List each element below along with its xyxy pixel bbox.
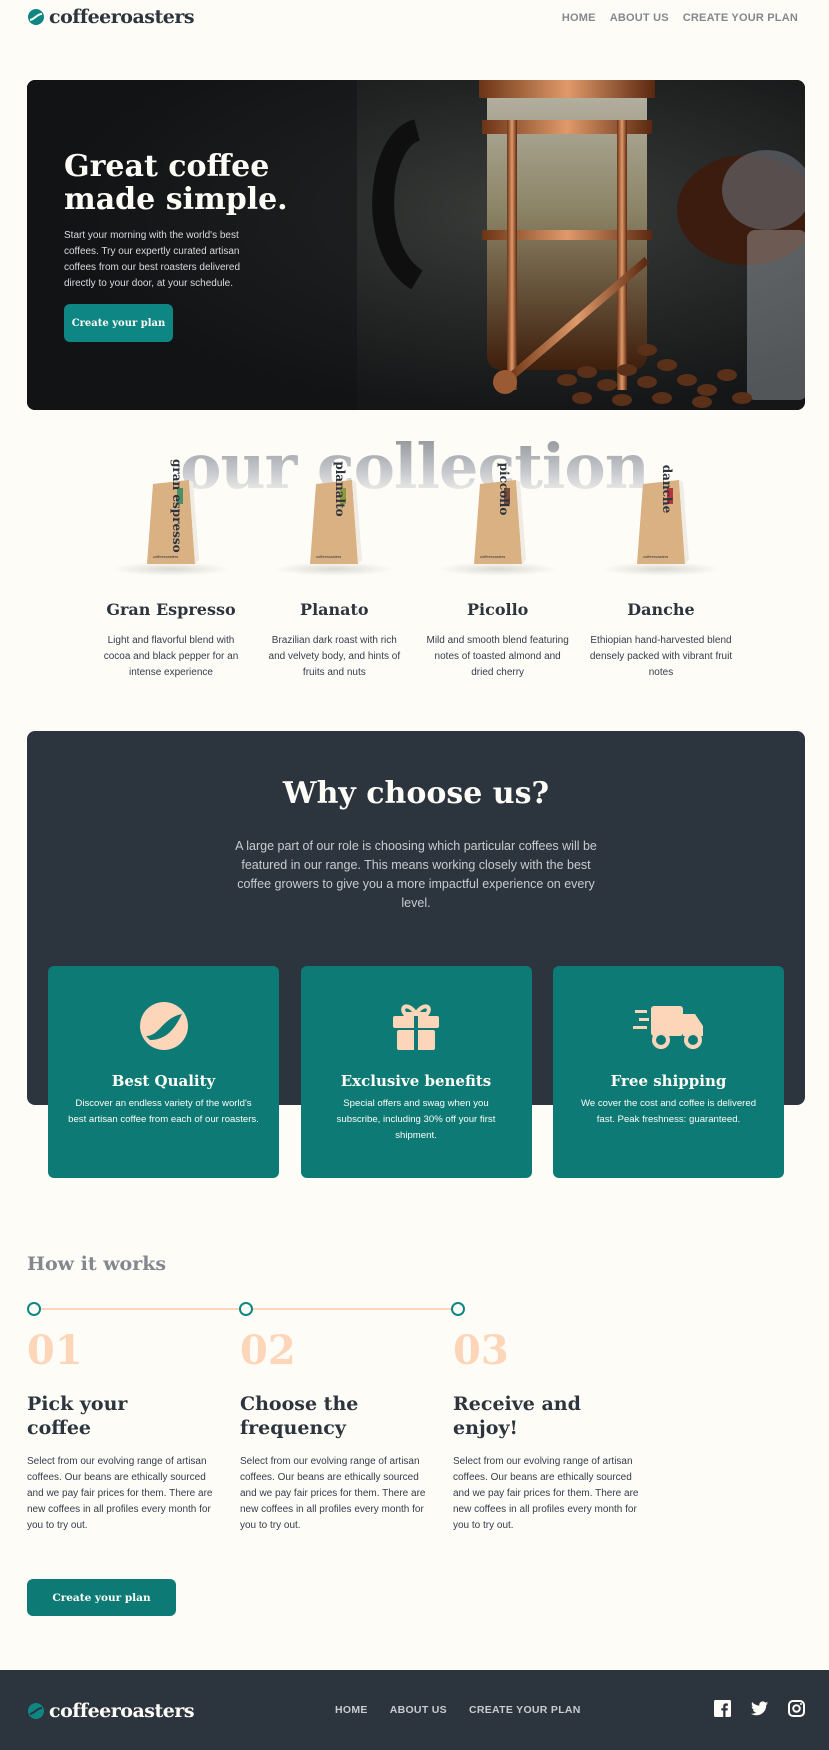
step-title: Pick your coffee: [27, 1393, 128, 1439]
hero: Great coffee made simple. Start your mor…: [27, 80, 805, 410]
truck-icon: [632, 1000, 705, 1052]
twitter-icon[interactable]: [751, 1700, 768, 1717]
step-text: Select from our evolving range of artisa…: [240, 1456, 426, 1531]
bag-label: piccollo: [496, 462, 511, 516]
step-number: 01: [27, 1327, 83, 1374]
product-planato[interactable]: coffeeroasters planalto Planato Brazilia…: [254, 461, 414, 681]
logo[interactable]: coffeeroasters: [27, 6, 195, 28]
timeline-dot-1: [27, 1302, 41, 1316]
step-2: 02 Choose the frequency Select from our …: [240, 1326, 432, 1534]
bag-label: gran espresso: [170, 459, 184, 553]
main-nav: HOME ABOUT US CREATE YOUR PLAN: [562, 12, 798, 24]
step-title: Choose the frequency: [240, 1393, 359, 1439]
site-header: coffeeroasters HOME ABOUT US CREATE YOUR…: [0, 0, 829, 40]
hero-text: Start your morning with the world's best…: [64, 230, 241, 289]
hero-title-line-2: made simple.: [64, 182, 288, 217]
step-number: 02: [240, 1327, 296, 1374]
benefit-card-quality: Best Quality Discover an endless variety…: [48, 966, 279, 1178]
step-3: 03 Receive and enjoy! Select from our ev…: [453, 1326, 645, 1534]
how-it-works-title: How it works: [27, 1253, 167, 1275]
footer-logo[interactable]: coffeeroasters: [27, 1700, 195, 1722]
product-picollo[interactable]: coffeeroasters piccollo Picollo Mild and…: [418, 463, 578, 681]
hero-title-line-1: Great coffee: [64, 149, 270, 184]
step-number: 03: [453, 1327, 509, 1374]
svg-text:coffeeroasters: coffeeroasters: [480, 554, 505, 559]
card-text: Special offers and swag when you subscri…: [336, 1098, 496, 1141]
logo-text: coffeeroasters: [49, 1700, 195, 1722]
card-text: Discover an endless variety of the world…: [68, 1098, 259, 1125]
bag-label: planalto: [333, 461, 348, 517]
site-footer: coffeeroasters HOME ABOUT US CREATE YOUR…: [0, 1670, 829, 1750]
svg-text:coffeeroasters: coffeeroasters: [643, 554, 668, 559]
steps-timeline: [27, 1302, 467, 1316]
bag-label: danche: [659, 464, 674, 514]
how-create-plan-button[interactable]: Create your plan: [27, 1579, 176, 1616]
hero-create-plan-button[interactable]: Create your plan: [64, 304, 173, 342]
step-text: Select from our evolving range of artisa…: [453, 1456, 639, 1531]
coffee-bean-icon: [128, 1000, 200, 1052]
timeline-dot-3: [451, 1302, 465, 1316]
benefit-cards: Best Quality Discover an endless variety…: [48, 966, 784, 1178]
steps-list: 01 Pick your coffee Select from our evol…: [27, 1326, 667, 1534]
step-1: 01 Pick your coffee Select from our evol…: [27, 1326, 219, 1534]
nav-home[interactable]: HOME: [562, 12, 596, 24]
product-description: Ethiopian hand-harvested blend densely p…: [589, 635, 733, 678]
footer-nav: HOME ABOUT US CREATE YOUR PLAN: [335, 1704, 581, 1716]
product-name: Gran Espresso: [106, 600, 236, 619]
product-image: coffeeroasters planalto: [254, 461, 414, 580]
why-title: Why choose us?: [282, 776, 550, 811]
step-text: Select from our evolving range of artisa…: [27, 1456, 213, 1531]
nav-create-your-plan[interactable]: CREATE YOUR PLAN: [683, 12, 798, 24]
timeline-dot-2: [239, 1302, 253, 1316]
footer-nav-create-your-plan[interactable]: CREATE YOUR PLAN: [469, 1704, 581, 1716]
svg-text:coffeeroasters: coffeeroasters: [316, 554, 341, 559]
product-image: coffeeroasters danche: [581, 465, 741, 580]
card-title: Best Quality: [111, 1072, 216, 1090]
product-image: coffeeroasters gran espresso: [91, 459, 251, 580]
benefit-card-shipping: Free shipping We cover the cost and coff…: [553, 966, 784, 1178]
nav-about-us[interactable]: ABOUT US: [610, 12, 669, 24]
facebook-icon[interactable]: [714, 1700, 731, 1717]
instagram-icon[interactable]: [788, 1700, 805, 1717]
product-image: coffeeroasters piccollo: [418, 463, 578, 580]
card-text: We cover the cost and coffee is delivere…: [580, 1098, 757, 1125]
product-list: coffeeroasters gran espresso Gran Espres…: [91, 459, 741, 681]
product-gran-espresso[interactable]: coffeeroasters gran espresso Gran Espres…: [91, 459, 251, 681]
logo-text: coffeeroasters: [49, 6, 195, 28]
gift-icon: [380, 1000, 452, 1052]
footer-nav-about-us[interactable]: ABOUT US: [390, 1704, 447, 1716]
hero-title: Great coffee made simple.: [64, 150, 324, 216]
svg-text:coffeeroasters: coffeeroasters: [153, 554, 178, 559]
product-description: Brazilian dark roast with rich and velve…: [268, 635, 401, 678]
product-name: Picollo: [466, 600, 529, 619]
step-title: Receive and enjoy!: [453, 1393, 581, 1439]
product-danche[interactable]: coffeeroasters danche Danche Ethiopian h…: [581, 465, 741, 681]
benefit-card-exclusive: Exclusive benefits Special offers and sw…: [300, 966, 532, 1178]
social-links: [714, 1700, 805, 1717]
why-text: A large part of our role is choosing whi…: [235, 839, 597, 910]
product-description: Light and flavorful blend with cocoa and…: [103, 635, 239, 678]
product-name: Planato: [300, 600, 369, 619]
coffee-bean-logo-icon: [28, 1703, 44, 1719]
card-title: Free shipping: [610, 1072, 727, 1090]
footer-nav-home[interactable]: HOME: [335, 1704, 368, 1716]
card-title: Exclusive benefits: [340, 1072, 492, 1090]
coffee-bean-logo-icon: [28, 9, 44, 25]
product-description: Mild and smooth blend featuring notes of…: [426, 635, 569, 678]
product-name: Danche: [627, 600, 695, 619]
